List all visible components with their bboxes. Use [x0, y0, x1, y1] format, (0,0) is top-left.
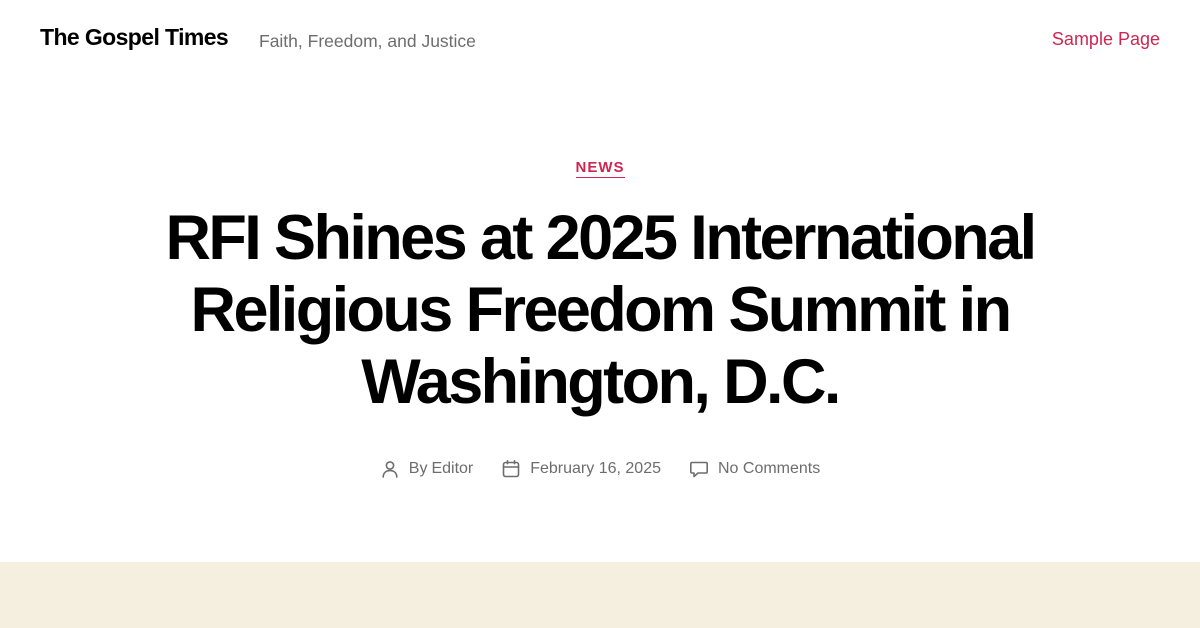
- primary-menu: Sample Page: [1052, 29, 1160, 50]
- entry-header: NEWS RFI Shines at 2025 International Re…: [0, 150, 1200, 418]
- site-description: Faith, Freedom, and Justice: [259, 31, 476, 51]
- category-link-news[interactable]: NEWS: [575, 159, 625, 178]
- comments-link[interactable]: No Comments: [718, 460, 820, 478]
- post-meta: By Editor February 16, 2025 No Comments: [0, 459, 1200, 479]
- calendar-icon: [501, 459, 521, 479]
- post-date-link[interactable]: February 16, 2025: [530, 460, 661, 478]
- comment-bubble-icon: [689, 459, 709, 479]
- post-author-meta: By Editor: [380, 459, 473, 479]
- author-link[interactable]: Editor: [431, 460, 473, 478]
- menu-item-sample-page: Sample Page: [1052, 29, 1160, 50]
- user-icon: [380, 459, 400, 479]
- post-comments-meta: No Comments: [689, 459, 820, 479]
- post-title: RFI Shines at 2025 International Religio…: [165, 203, 1037, 417]
- author-prefix: By: [408, 460, 428, 477]
- featured-cover-band: [0, 562, 1200, 628]
- site-header: The Gospel Times Faith, Freedom, and Jus…: [0, 0, 1200, 80]
- site-title-link[interactable]: The Gospel Times: [40, 24, 229, 51]
- menu-link-sample-page[interactable]: Sample Page: [1052, 29, 1160, 49]
- post-date-meta: February 16, 2025: [501, 459, 661, 479]
